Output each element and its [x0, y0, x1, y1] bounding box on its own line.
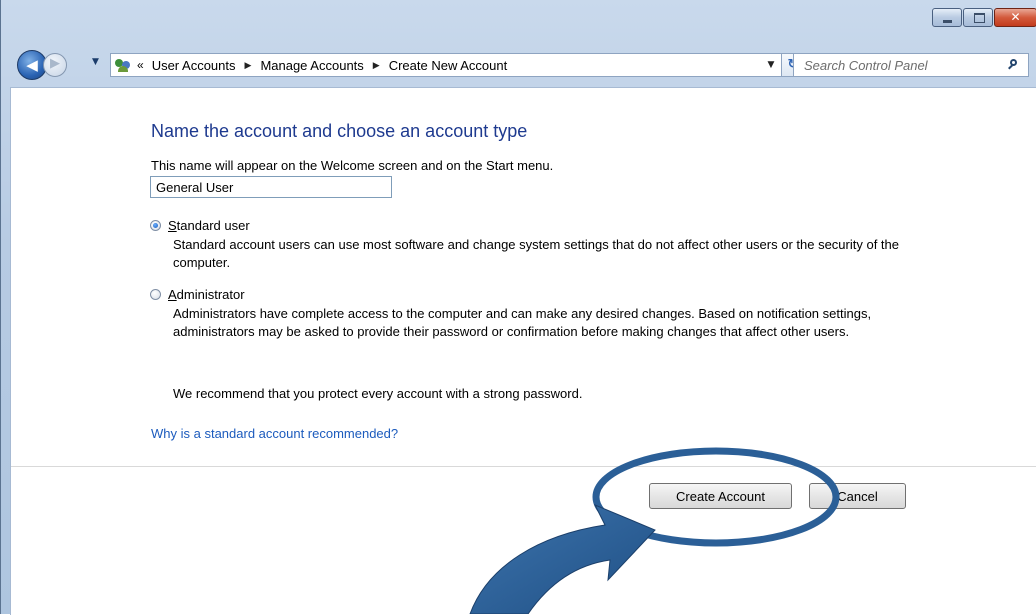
breadcrumb: « User Accounts ▶ Manage Accounts ▶ Crea…	[137, 58, 507, 73]
address-dropdown-icon[interactable]: ▼	[761, 60, 781, 70]
divider	[11, 466, 1036, 467]
window-frame: ✕ ◀ ▶ ▼ « User Accounts ▶ Manage Account…	[0, 0, 1036, 615]
breadcrumb-manage-accounts[interactable]: Manage Accounts	[260, 58, 363, 73]
search-box	[793, 53, 1029, 77]
address-bar[interactable]: « User Accounts ▶ Manage Accounts ▶ Crea…	[110, 53, 782, 77]
name-description: This name will appear on the Welcome scr…	[151, 158, 554, 173]
minimize-icon	[943, 20, 952, 23]
breadcrumb-separator-icon[interactable]: ▶	[245, 60, 252, 71]
account-name-input[interactable]	[150, 176, 392, 198]
breadcrumb-separator-icon[interactable]: ▶	[373, 60, 380, 71]
administrator-label[interactable]: Administrator	[168, 287, 245, 302]
cancel-button[interactable]: Cancel	[809, 483, 906, 509]
password-recommendation: We recommend that you protect every acco…	[173, 386, 583, 401]
standard-user-option[interactable]: Standard user	[150, 218, 250, 233]
title-bar: ✕	[1, 0, 1036, 40]
close-icon: ✕	[1010, 10, 1021, 24]
user-accounts-icon	[115, 57, 131, 73]
standard-user-radio[interactable]	[150, 220, 161, 231]
minimize-button[interactable]	[932, 8, 962, 27]
search-icon[interactable]	[1008, 59, 1020, 71]
back-arrow-icon: ◀	[26, 56, 38, 74]
standard-user-description: Standard account users can use most soft…	[173, 237, 899, 270]
create-account-button[interactable]: Create Account	[649, 483, 792, 509]
forward-button[interactable]: ▶	[43, 53, 67, 77]
breadcrumb-create-new-account[interactable]: Create New Account	[389, 58, 508, 73]
administrator-radio[interactable]	[150, 289, 161, 300]
maximize-button[interactable]	[963, 8, 993, 27]
forward-arrow-icon: ▶	[50, 56, 60, 71]
maximize-icon	[974, 13, 985, 23]
search-input[interactable]	[802, 56, 1008, 74]
overflow-chevron-icon[interactable]: «	[137, 58, 144, 72]
standard-user-label[interactable]: Standard user	[168, 218, 250, 233]
administrator-description: Administrators have complete access to t…	[173, 306, 872, 339]
breadcrumb-user-accounts[interactable]: User Accounts	[152, 58, 236, 73]
page-title: Name the account and choose an account t…	[151, 121, 528, 141]
close-button[interactable]: ✕	[994, 8, 1036, 27]
recent-pages-dropdown-icon[interactable]: ▼	[92, 57, 99, 67]
administrator-option[interactable]: Administrator	[150, 287, 245, 302]
window-controls: ✕	[931, 8, 1036, 27]
content-pane: Name the account and choose an account t…	[10, 87, 1036, 615]
why-standard-account-link[interactable]: Why is a standard account recommended?	[151, 426, 398, 441]
